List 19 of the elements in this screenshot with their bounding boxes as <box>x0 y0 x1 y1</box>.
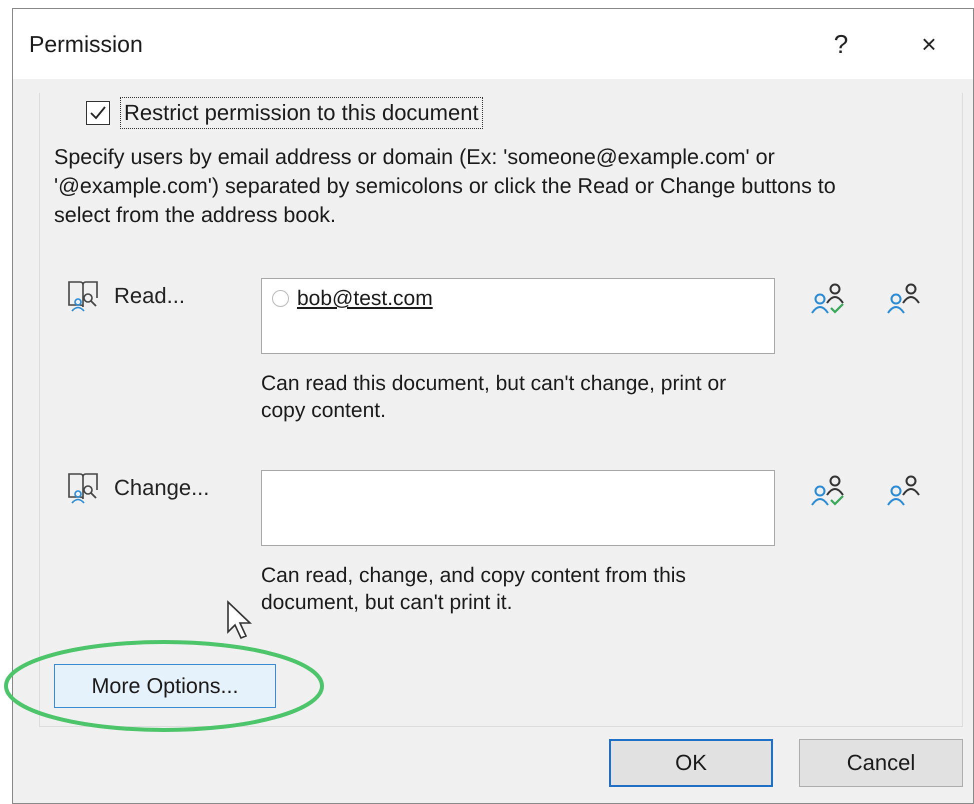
permission-description: Can read this document, but can't change, print or copy content. <box>261 371 728 424</box>
checkbox[interactable] <box>86 101 110 125</box>
permission-button[interactable]: Change... <box>114 470 210 502</box>
checkbox-label[interactable]: Restrict permission to this document <box>120 97 483 129</box>
instructions-text: Specify users by email address or domain (Ex: 'someone@example.com' or '@example.com') separated by semicolons or click the Read or Change buttons to select from the address book. <box>54 144 837 229</box>
users-field[interactable]: bob@test.com <box>261 278 775 354</box>
close-button[interactable]: × <box>885 19 973 69</box>
dialog-button[interactable]: Cancel <box>799 739 963 787</box>
help-button[interactable]: ? <box>797 19 885 69</box>
permission-button[interactable]: Read... <box>114 278 185 310</box>
status-circle-icon <box>272 290 289 307</box>
address-book-icon <box>66 278 100 312</box>
window-title: Permission <box>29 30 144 58</box>
users-field[interactable] <box>261 470 775 546</box>
dialog-button[interactable]: OK <box>609 739 773 787</box>
address-book-icon <box>66 470 100 504</box>
user-entry[interactable]: bob@test.com <box>297 287 433 311</box>
more-options-button[interactable]: More Options... <box>54 664 276 708</box>
permission-description: Can read, change, and copy content from this document, but can't print it. <box>261 563 687 616</box>
